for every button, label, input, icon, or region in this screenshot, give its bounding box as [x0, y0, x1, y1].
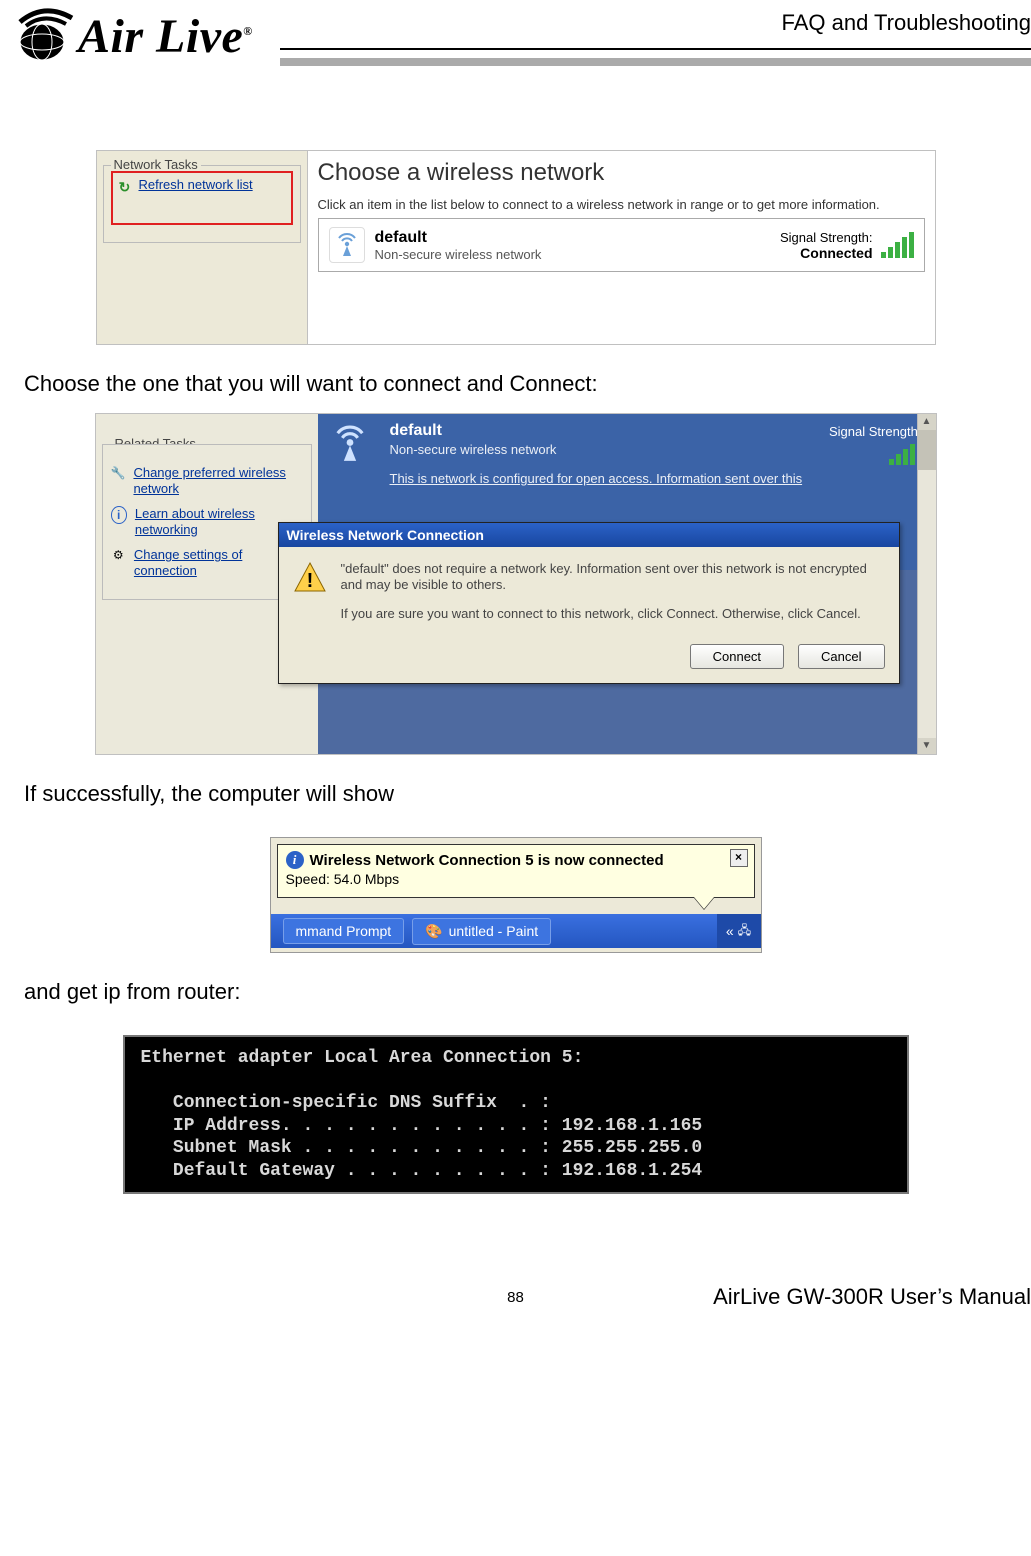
- signal-bars-icon: [881, 232, 914, 258]
- page-number: 88: [344, 1289, 688, 1306]
- logo-globe-icon: [14, 8, 76, 64]
- network-tasks-pane: Network Tasks ↻ Refresh network list: [96, 150, 308, 345]
- refresh-network-list-highlight: ↻ Refresh network list: [111, 171, 293, 225]
- refresh-icon: ↻: [117, 179, 133, 195]
- signal-bars-icon: [829, 439, 922, 465]
- cmd-line-2: Connection-specific DNS Suffix . :: [141, 1093, 551, 1113]
- body-paragraph-2: If successfully, the computer will show: [24, 781, 1007, 807]
- section-title: FAQ and Troubleshooting: [782, 10, 1031, 36]
- balloon-title: Wireless Network Connection 5 is now con…: [310, 852, 664, 869]
- brand-logo: Air Live®: [14, 8, 253, 64]
- taskbar-paint-label: untitled - Paint: [449, 923, 539, 939]
- notification-balloon: i Wireless Network Connection 5 is now c…: [277, 844, 755, 898]
- network-security-label: Non-secure wireless network: [375, 247, 542, 262]
- screenshot-choose-network: Network Tasks ↻ Refresh network list Cho…: [96, 150, 936, 345]
- wireless-connection-dialog: Wireless Network Connection ! "default" …: [278, 522, 900, 684]
- body-paragraph-3: and get ip from router:: [24, 979, 1007, 1005]
- network-list-pane: Choose a wireless network Click an item …: [308, 150, 936, 345]
- change-preferred-link[interactable]: Change preferred wireless network: [133, 465, 302, 496]
- taskbar: mmand Prompt 🎨 untitled - Paint « 🖧: [271, 914, 761, 948]
- logo-registered: ®: [243, 24, 252, 38]
- balloon-speed: Speed: 54.0 Mbps: [286, 871, 746, 887]
- dialog-message-2: If you are sure you want to connect to t…: [341, 606, 885, 622]
- network-tasks-label: Network Tasks: [111, 157, 201, 172]
- header-subrule: [280, 58, 1031, 66]
- cancel-button[interactable]: Cancel: [798, 644, 884, 669]
- taskbar-cmd-label: mmand Prompt: [296, 923, 392, 939]
- balloon-close-button[interactable]: ×: [730, 849, 748, 867]
- dialog-message-1: "default" does not require a network key…: [341, 561, 885, 594]
- preferred-network-icon: 🔧: [111, 465, 126, 481]
- header-rule: [280, 48, 1031, 50]
- cmd-line-4: Subnet Mask . . . . . . . . . . . : 255.…: [141, 1138, 703, 1158]
- body-paragraph-1: Choose the one that you will want to con…: [24, 371, 1007, 397]
- tray-network-icon[interactable]: 🖧: [738, 921, 751, 942]
- antenna-icon: [328, 422, 372, 466]
- refresh-network-list-link[interactable]: Refresh network list: [139, 177, 253, 193]
- scroll-up-icon[interactable]: ▲: [918, 414, 936, 430]
- screenshot-connect-dialog: Related Tasks 🔧 Change preferred wireles…: [95, 413, 937, 755]
- scroll-thumb[interactable]: [918, 430, 936, 470]
- network-config-note: This is network is configured for open a…: [390, 471, 922, 486]
- network-name: default: [375, 229, 542, 247]
- tray-chevron-icon[interactable]: «: [726, 923, 734, 939]
- scrollbar[interactable]: ▲ ▼: [917, 414, 936, 754]
- connect-button[interactable]: Connect: [690, 644, 784, 669]
- paint-icon: 🎨: [425, 923, 442, 940]
- cmd-line-3: IP Address. . . . . . . . . . . . : 192.…: [141, 1116, 703, 1136]
- cmd-line-1: Ethernet adapter Local Area Connection 5…: [141, 1048, 584, 1068]
- connection-status: Connected: [780, 245, 873, 261]
- settings-icon: ⚙: [111, 547, 126, 563]
- screenshot-ipconfig: Ethernet adapter Local Area Connection 5…: [123, 1035, 909, 1194]
- taskbar-paint-button[interactable]: 🎨 untitled - Paint: [412, 918, 551, 945]
- choose-network-title: Choose a wireless network: [318, 159, 925, 187]
- scroll-down-icon[interactable]: ▼: [918, 738, 936, 754]
- info-icon: i: [286, 851, 304, 869]
- system-tray[interactable]: « 🖧: [717, 914, 761, 948]
- warning-icon: !: [293, 561, 327, 595]
- signal-strength-label: Signal Strength:: [780, 230, 873, 245]
- antenna-icon: [329, 227, 365, 263]
- taskbar-cmd-button[interactable]: mmand Prompt: [283, 918, 405, 944]
- balloon-tail-icon: [694, 897, 714, 909]
- wireless-network-item[interactable]: default Non-secure wireless network Sign…: [318, 218, 925, 272]
- dialog-titlebar: Wireless Network Connection: [279, 523, 899, 547]
- cmd-line-5: Default Gateway . . . . . . . . . : 192.…: [141, 1161, 703, 1181]
- logo-text: Air Live®: [78, 9, 253, 64]
- signal-strength-label: Signal Strength:: [829, 424, 922, 439]
- screenshot-connected-balloon: i Wireless Network Connection 5 is now c…: [270, 837, 762, 953]
- svg-text:!: !: [306, 570, 313, 592]
- manual-title: AirLive GW-300R User’s Manual: [687, 1284, 1031, 1310]
- choose-network-instruction: Click an item in the list below to conne…: [318, 197, 925, 212]
- info-icon: i: [111, 506, 127, 524]
